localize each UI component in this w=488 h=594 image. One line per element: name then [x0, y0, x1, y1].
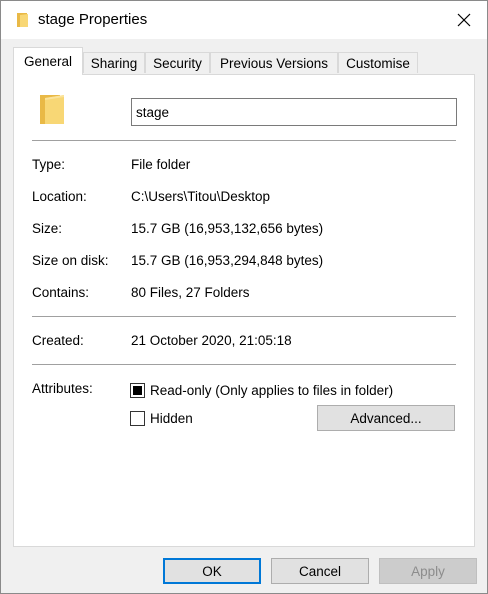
- folder-large-icon: [40, 95, 64, 124]
- size-on-disk-label: Size on disk:: [32, 253, 109, 268]
- hidden-checkbox[interactable]: [130, 411, 145, 426]
- advanced-button[interactable]: Advanced...: [317, 405, 455, 431]
- size-label: Size:: [32, 221, 63, 236]
- close-button[interactable]: [441, 1, 487, 39]
- window-title: stage Properties: [38, 11, 148, 28]
- separator: [32, 140, 456, 141]
- type-label: Type:: [32, 157, 66, 172]
- type-value: File folder: [131, 157, 191, 172]
- tab-sharing[interactable]: Sharing: [83, 52, 145, 73]
- tab-strip: General Sharing Security Previous Versio…: [13, 47, 483, 75]
- separator: [32, 364, 456, 365]
- tab-customise[interactable]: Customise: [338, 52, 418, 73]
- folder-name-input[interactable]: [131, 98, 457, 126]
- readonly-label[interactable]: Read-only (Only applies to files in fold…: [150, 383, 393, 398]
- readonly-checkbox[interactable]: [130, 383, 145, 398]
- ok-button[interactable]: OK: [163, 558, 261, 584]
- location-value: C:\Users\Titou\Desktop: [131, 189, 271, 204]
- folder-icon: [17, 13, 28, 27]
- contains-value: 80 Files, 27 Folders: [131, 285, 250, 300]
- title-bar: stage Properties: [1, 1, 487, 39]
- properties-dialog: stage Properties General Sharing Securit…: [0, 0, 488, 594]
- created-label: Created:: [32, 333, 84, 348]
- tab-general[interactable]: General: [13, 47, 83, 75]
- size-value: 15.7 GB (16,953,132,656 bytes): [131, 221, 324, 236]
- created-value: 21 October 2020, 21:05:18: [131, 333, 292, 348]
- close-icon: [457, 13, 471, 27]
- general-panel: Type: File folder Location: C:\Users\Tit…: [13, 74, 475, 547]
- cancel-button[interactable]: Cancel: [271, 558, 369, 584]
- separator: [32, 316, 456, 317]
- tab-security[interactable]: Security: [145, 52, 210, 73]
- hidden-label[interactable]: Hidden: [150, 411, 193, 426]
- tab-previous-versions[interactable]: Previous Versions: [210, 52, 338, 73]
- apply-button[interactable]: Apply: [379, 558, 477, 584]
- location-label: Location:: [32, 189, 87, 204]
- size-on-disk-value: 15.7 GB (16,953,294,848 bytes): [131, 253, 324, 268]
- contains-label: Contains:: [32, 285, 90, 300]
- attributes-label: Attributes:: [32, 381, 93, 396]
